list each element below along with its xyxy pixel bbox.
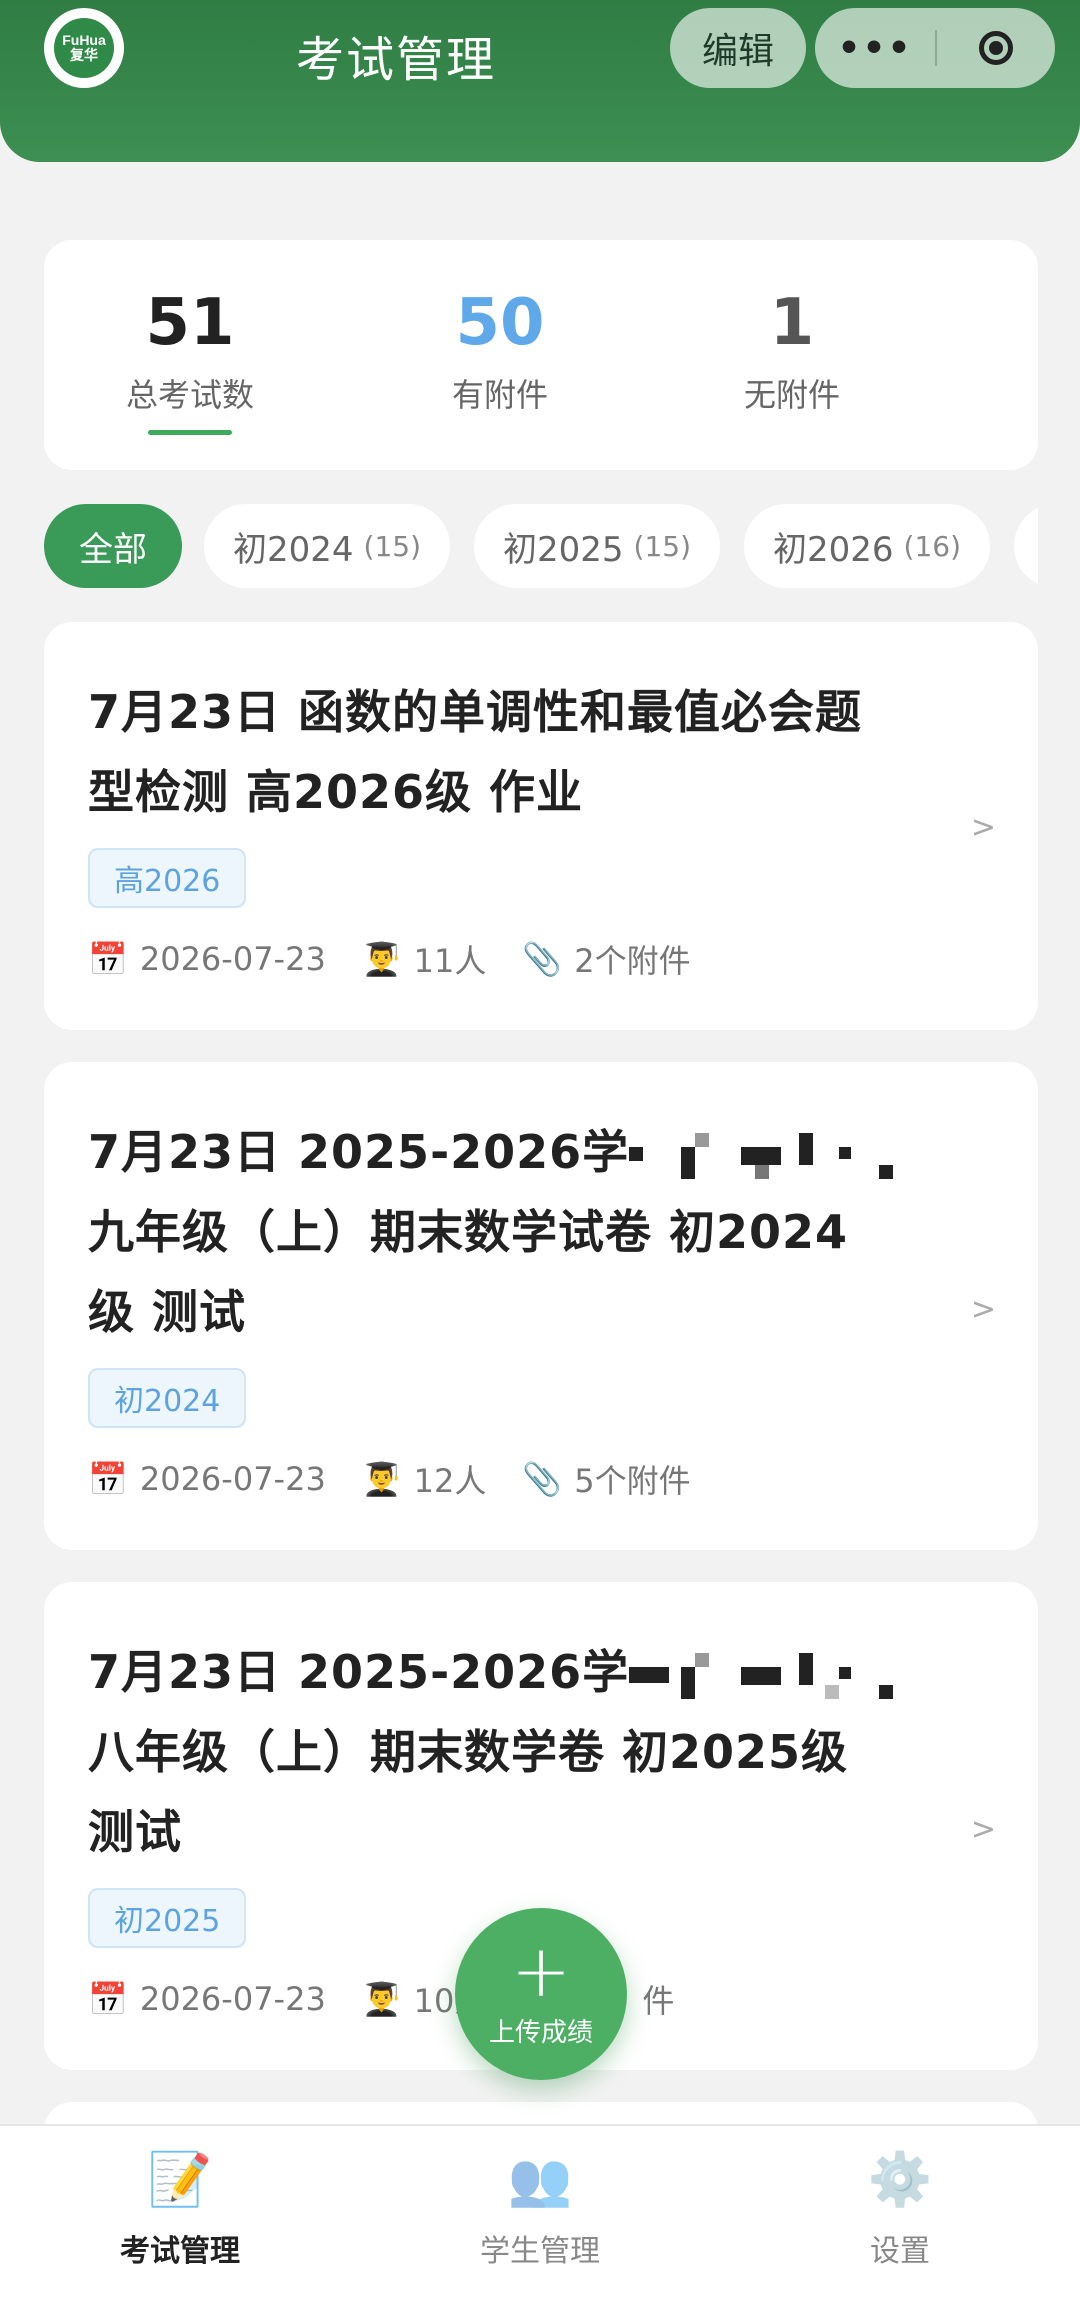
calendar-icon: 📅 xyxy=(88,1980,128,2018)
tab-settings[interactable]: ⚙️ 设置 xyxy=(720,2126,1080,2297)
close-miniapp-button[interactable] xyxy=(937,31,1055,65)
exam-title-line: 九年级（上）期末数学试卷 初2024 xyxy=(88,1205,849,1259)
redacted-text xyxy=(629,1652,919,1699)
exam-date: 2026-07-23 xyxy=(139,1460,326,1498)
paperclip-icon: 📎 xyxy=(522,940,563,978)
stat-total-value: 51 xyxy=(145,286,235,360)
tab-label: 考试管理 xyxy=(120,2234,240,2269)
memo-icon: 📝 xyxy=(147,2150,213,2210)
stat-with-attachments[interactable]: 50 有附件 xyxy=(400,240,600,416)
tab-label: 学生管理 xyxy=(480,2234,600,2269)
edit-button[interactable]: 编辑 xyxy=(670,8,806,88)
exam-card[interactable]: 7月23日 2025-2026学 九年级（上）期末数学试卷 初2024 级 测试… xyxy=(44,1062,1038,1550)
plus-icon: + xyxy=(510,1928,572,2013)
class-tag: 初2024 xyxy=(88,1368,247,1428)
target-icon xyxy=(979,31,1013,65)
class-filter-tabs[interactable]: 全部 初2024 (15) 初2025 (15) 初2026 (16) xyxy=(44,504,1038,588)
exam-attachments: 件 xyxy=(642,1982,675,2020)
stat-with-attachments-value: 50 xyxy=(455,286,545,360)
tab-student-management[interactable]: 👥 学生管理 xyxy=(360,2126,720,2297)
miniapp-capsule: ••• xyxy=(815,8,1055,88)
page-title: 考试管理 xyxy=(296,32,497,88)
tab-exam-management[interactable]: 📝 考试管理 xyxy=(0,2126,360,2297)
calendar-icon: 📅 xyxy=(88,940,128,978)
filter-count: (16) xyxy=(903,529,961,563)
header-bar: FuHua 复华 考试管理 编辑 ••• xyxy=(0,0,1080,162)
filter-label: 初2024 xyxy=(232,529,354,570)
upload-scores-label: 上传成绩 xyxy=(488,2017,593,2048)
filter-chu2025[interactable]: 初2025 (15) xyxy=(474,504,720,588)
exam-attachments: 2个附件 xyxy=(574,942,691,980)
exam-meta: 📅 2026-07-23 👨‍🎓 12人 📎 5个附件 xyxy=(88,1456,727,1502)
chevron-right-icon: > xyxy=(970,1812,996,1847)
filter-all-label: 全部 xyxy=(79,529,147,570)
logo-text-bottom: 复华 xyxy=(70,47,98,63)
gear-icon: ⚙️ xyxy=(867,2150,933,2210)
exam-title: 7月23日 2025-2026学 九年级（上）期末数学试卷 初2024 级 测试 xyxy=(88,1112,988,1352)
filter-count: (15) xyxy=(633,529,691,563)
stat-total[interactable]: 51 总考试数 xyxy=(90,240,290,435)
tab-label: 设置 xyxy=(870,2234,930,2269)
chevron-right-icon: > xyxy=(970,1292,996,1327)
filter-more-partial[interactable] xyxy=(1014,504,1038,588)
stat-without-attachments-value: 1 xyxy=(769,286,815,360)
redacted-text xyxy=(629,1132,919,1179)
filter-chu2024[interactable]: 初2024 (15) xyxy=(204,504,450,588)
filter-chu2026[interactable]: 初2026 (16) xyxy=(744,504,990,588)
exam-meta: 📅 2026-07-23 👨‍🎓 11人 📎 2个附件 xyxy=(88,936,727,982)
exam-title-line: 7月23日 函数的单调性和最值必会题 xyxy=(88,685,863,739)
stats-card: 51 总考试数 50 有附件 1 无附件 xyxy=(44,240,1038,470)
exam-title-line: 测试 xyxy=(88,1805,182,1859)
stat-total-label: 总考试数 xyxy=(125,376,254,414)
exam-students: 11人 xyxy=(413,942,487,980)
paperclip-icon: 📎 xyxy=(522,1460,563,1498)
exam-title: 7月23日 函数的单调性和最值必会题 型检测 高2026级 作业 xyxy=(88,672,988,832)
logo-text-top: FuHua xyxy=(62,32,106,48)
stat-with-attachments-label: 有附件 xyxy=(451,376,548,414)
app-logo: FuHua 复华 xyxy=(44,8,124,88)
exam-title-line: 型检测 高2026级 作业 xyxy=(88,765,584,819)
class-tag: 高2026 xyxy=(88,848,247,908)
class-tag: 初2025 xyxy=(88,1888,247,1948)
stat-without-attachments[interactable]: 1 无附件 xyxy=(692,240,892,416)
bottom-tab-bar: 📝 考试管理 👥 学生管理 ⚙️ 设置 xyxy=(0,2124,1080,2297)
exam-date: 2026-07-23 xyxy=(139,1980,326,2018)
exam-title-line: 7月23日 2025-2026学 xyxy=(88,1645,630,1699)
exam-title-line: 八年级（上）期末数学卷 初2025级 xyxy=(88,1725,849,1779)
student-icon: 👨‍🎓 xyxy=(361,1460,402,1498)
upload-scores-button[interactable]: + 上传成绩 xyxy=(455,1908,627,2080)
more-options-button[interactable]: ••• xyxy=(815,28,935,69)
exam-title-line: 级 测试 xyxy=(88,1285,247,1339)
student-icon: 👨‍🎓 xyxy=(361,940,402,978)
chevron-right-icon: > xyxy=(970,810,996,845)
calendar-icon: 📅 xyxy=(88,1460,128,1498)
filter-all[interactable]: 全部 xyxy=(44,504,182,588)
exam-card[interactable]: 7月23日 函数的单调性和最值必会题 型检测 高2026级 作业 高2026 📅… xyxy=(44,622,1038,1030)
exam-title-line: 7月23日 2025-2026学 xyxy=(88,1125,630,1179)
stat-without-attachments-label: 无附件 xyxy=(743,376,840,414)
student-icon: 👨‍🎓 xyxy=(361,1980,402,2018)
filter-label: 初2026 xyxy=(772,529,894,570)
exam-date: 2026-07-23 xyxy=(139,940,326,978)
people-icon: 👥 xyxy=(507,2150,573,2210)
exam-title: 7月23日 2025-2026学 八年级（上）期末数学卷 初2025级 测试 xyxy=(88,1632,988,1872)
exam-attachments: 5个附件 xyxy=(574,1462,691,1500)
filter-label: 初2025 xyxy=(502,529,624,570)
active-stat-indicator xyxy=(148,430,232,435)
exam-students: 12人 xyxy=(413,1462,487,1500)
filter-count: (15) xyxy=(363,529,421,563)
